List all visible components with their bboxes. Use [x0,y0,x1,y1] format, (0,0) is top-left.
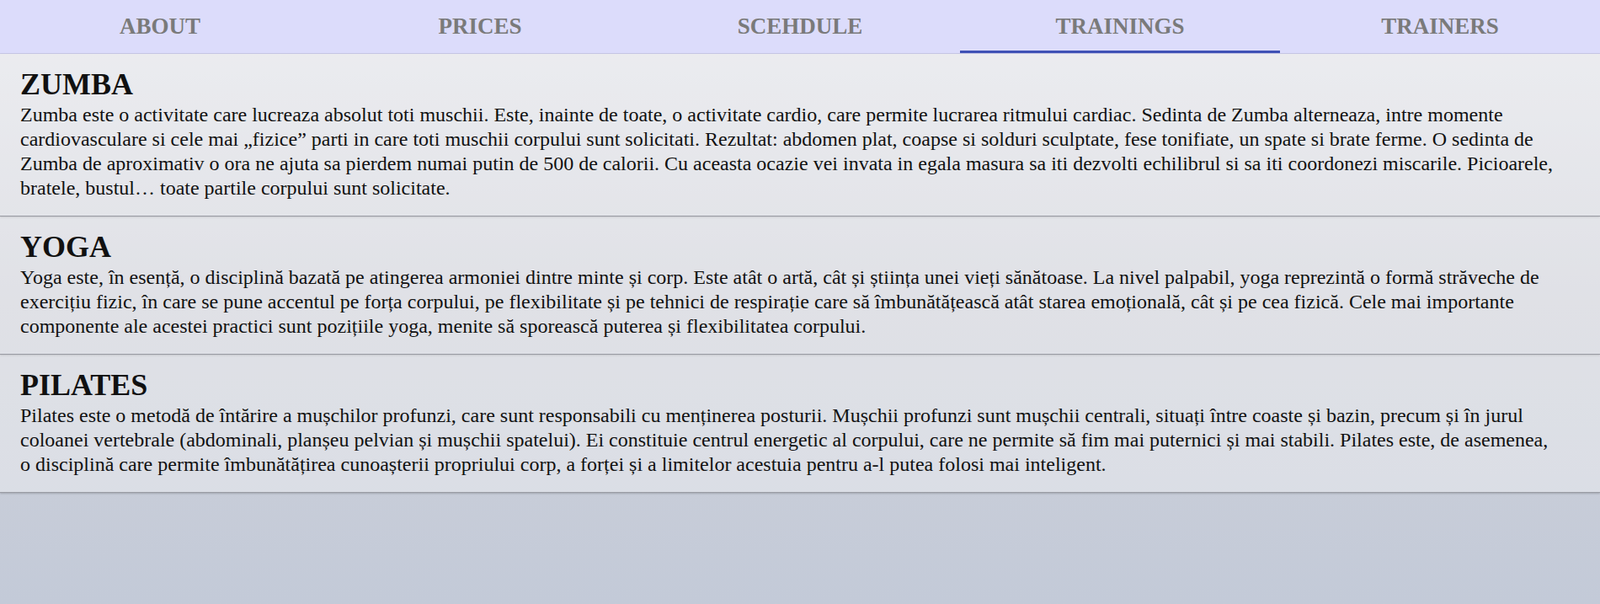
training-title: PILATES [20,368,1580,402]
nav-tab[interactable]: SCEHDULE [640,0,960,54]
page: ABOUT PRICES SCEHDULE TRAININGS TRAINERS ZUM… [0,0,1600,604]
nav-tab[interactable]: ABOUT [0,0,320,54]
training-text: Zumba este o activitate care lucreaza ab… [20,102,1580,201]
tab-label: PRICES [437,9,522,44]
tab-label: TRAININGS [1055,9,1184,44]
training-title: ZUMBA [20,67,1580,102]
training-card: YOGAYoga este, în esență, o disciplină b… [0,216,1600,355]
nav-tab[interactable]: TRAINERS [1280,0,1600,54]
training-text: Yoga este, în esență, o disciplină bazat… [20,265,1580,339]
nav-tab[interactable]: PRICES [320,0,640,54]
training-card: PILATESPilates este o metodă de întărire… [0,354,1600,493]
training-card: ZUMBAZumba este o activitate care lucrea… [0,53,1600,217]
nav-tab[interactable]: TRAININGS [960,0,1280,54]
tab-label: ABOUT [119,9,201,44]
training-text: Pilates este o metodă de întărire a mușc… [20,403,1580,477]
training-title: YOGA [20,229,1580,264]
tab-label: SCEHDULE [737,9,864,44]
tab-underline [960,50,1280,54]
trainings-list: ZUMBAZumba este o activitate care lucrea… [0,53,1600,493]
tab-label: TRAINERS [1381,9,1499,44]
nav-bar: ABOUT PRICES SCEHDULE TRAININGS TRAINERS [0,0,1600,54]
